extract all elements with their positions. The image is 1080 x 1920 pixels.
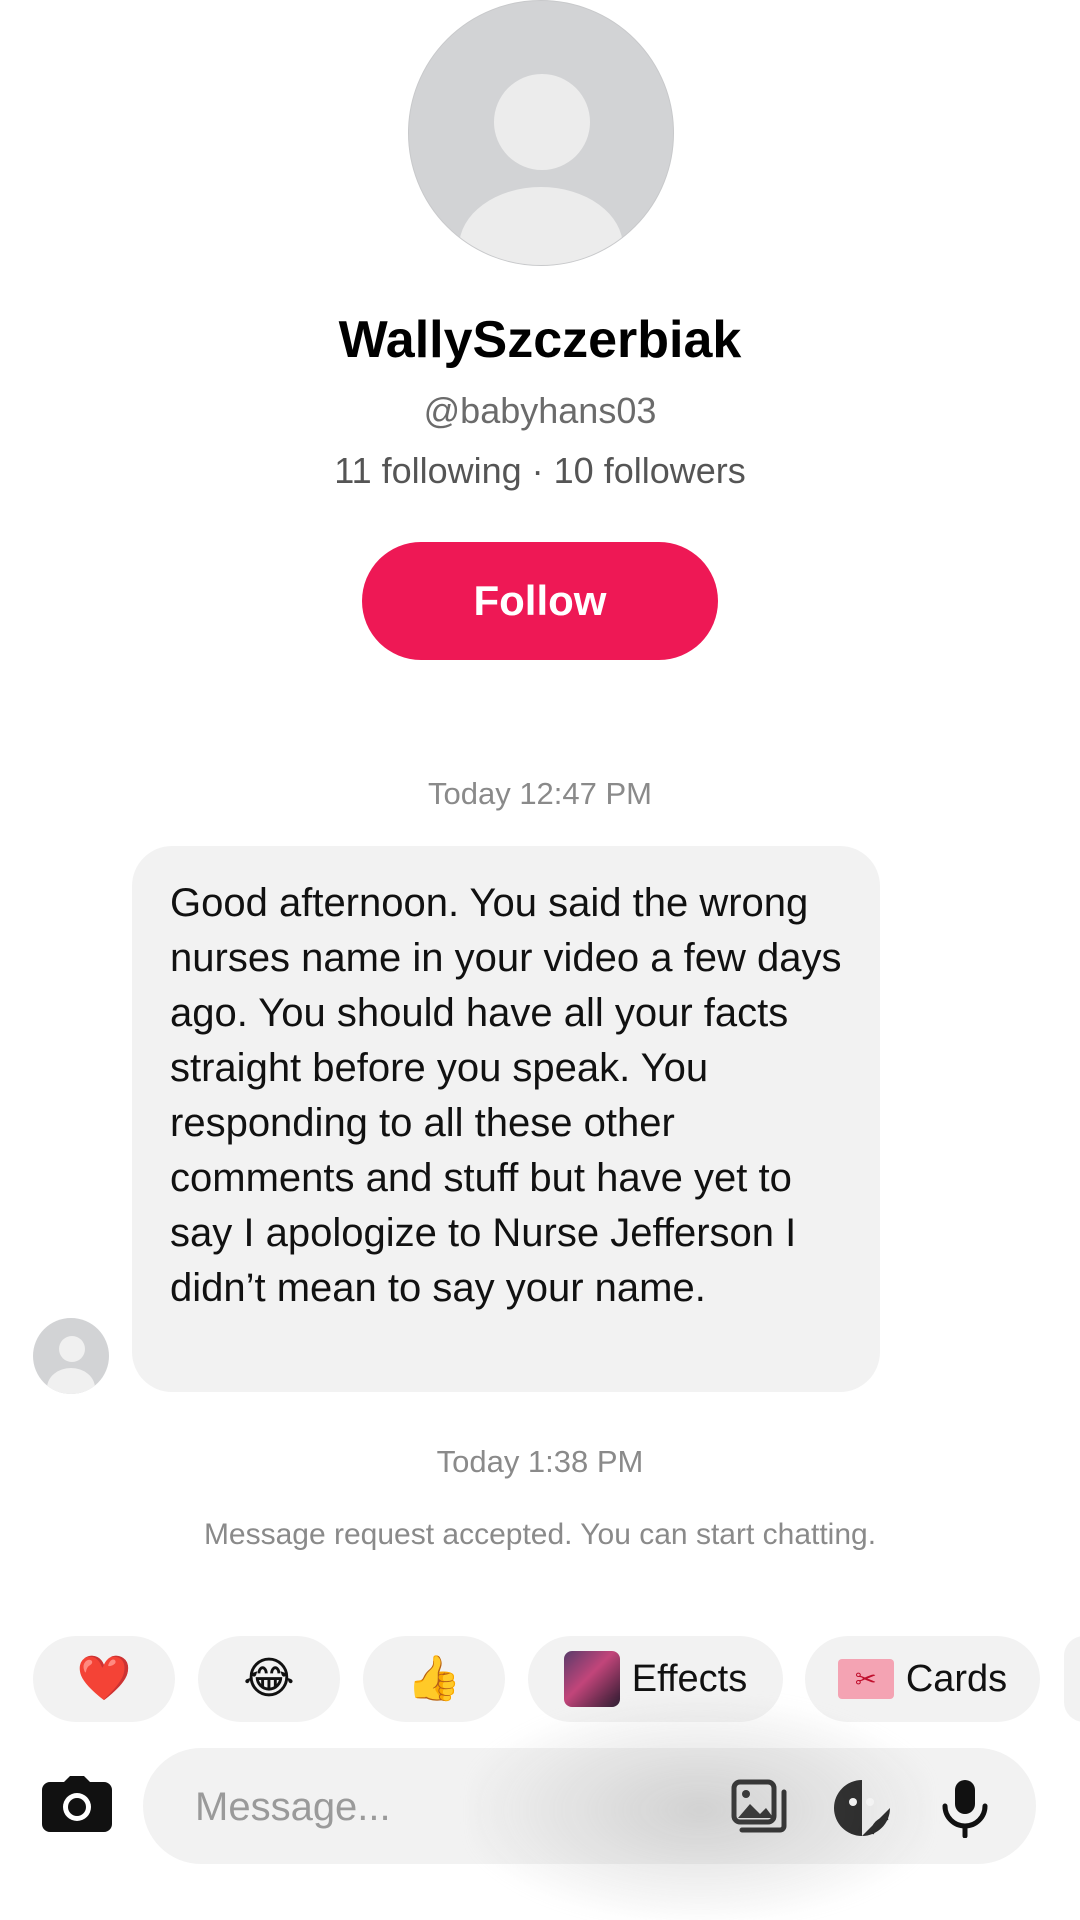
reaction-heart-button[interactable]: ❤️ (33, 1636, 175, 1722)
card-icon: ✂ (837, 1659, 894, 1699)
heart-icon: ❤️ (76, 1654, 132, 1703)
follow-button[interactable]: Follow (362, 542, 718, 660)
timestamp: Today 12:47 PM (427, 776, 653, 811)
follow-stats[interactable]: 11 following · 10 followers (0, 450, 1080, 492)
message-input[interactable] (193, 1776, 697, 1838)
avatar-head-shape (494, 74, 590, 170)
thumbs-up-icon: 👍 (406, 1654, 462, 1703)
gallery-icon (731, 1779, 787, 1833)
username: @babyhans03 (423, 390, 657, 431)
avatar-head-shape (59, 1336, 85, 1362)
avatar-body-shape (459, 187, 623, 265)
system-note: Message request accepted. You can start … (203, 1518, 877, 1551)
camera-button[interactable] (42, 1776, 112, 1832)
cards-label: Cards (905, 1657, 1008, 1700)
effects-thumbnail-icon (563, 1651, 620, 1707)
microphone-button[interactable] (935, 1778, 995, 1839)
gallery-button[interactable] (730, 1778, 790, 1838)
effects-button[interactable]: Effects (528, 1636, 783, 1722)
sticker-button[interactable] (832, 1778, 892, 1838)
laughing-emoji-icon: 😂 (243, 1654, 295, 1703)
microphone-icon (942, 1780, 988, 1839)
reaction-thumbs-up-button[interactable]: 👍 (363, 1636, 505, 1722)
cards-button[interactable]: ✂ Cards (805, 1636, 1040, 1722)
message-composer[interactable] (143, 1748, 1036, 1864)
reaction-laugh-button[interactable]: 😂 (198, 1636, 340, 1722)
profile-avatar[interactable] (408, 0, 674, 266)
timestamp: Today 1:38 PM (436, 1444, 644, 1479)
avatar-body-shape (47, 1368, 95, 1394)
message-bubble[interactable]: Good afternoon. You said the wrong nurse… (132, 846, 880, 1392)
sticker-icon (834, 1780, 890, 1836)
display-name: WallySzczerbiak (338, 311, 742, 369)
sender-avatar[interactable] (33, 1318, 109, 1394)
camera-icon (42, 1776, 112, 1832)
more-chip-edge[interactable] (1064, 1636, 1080, 1722)
effects-label: Effects (631, 1657, 748, 1700)
